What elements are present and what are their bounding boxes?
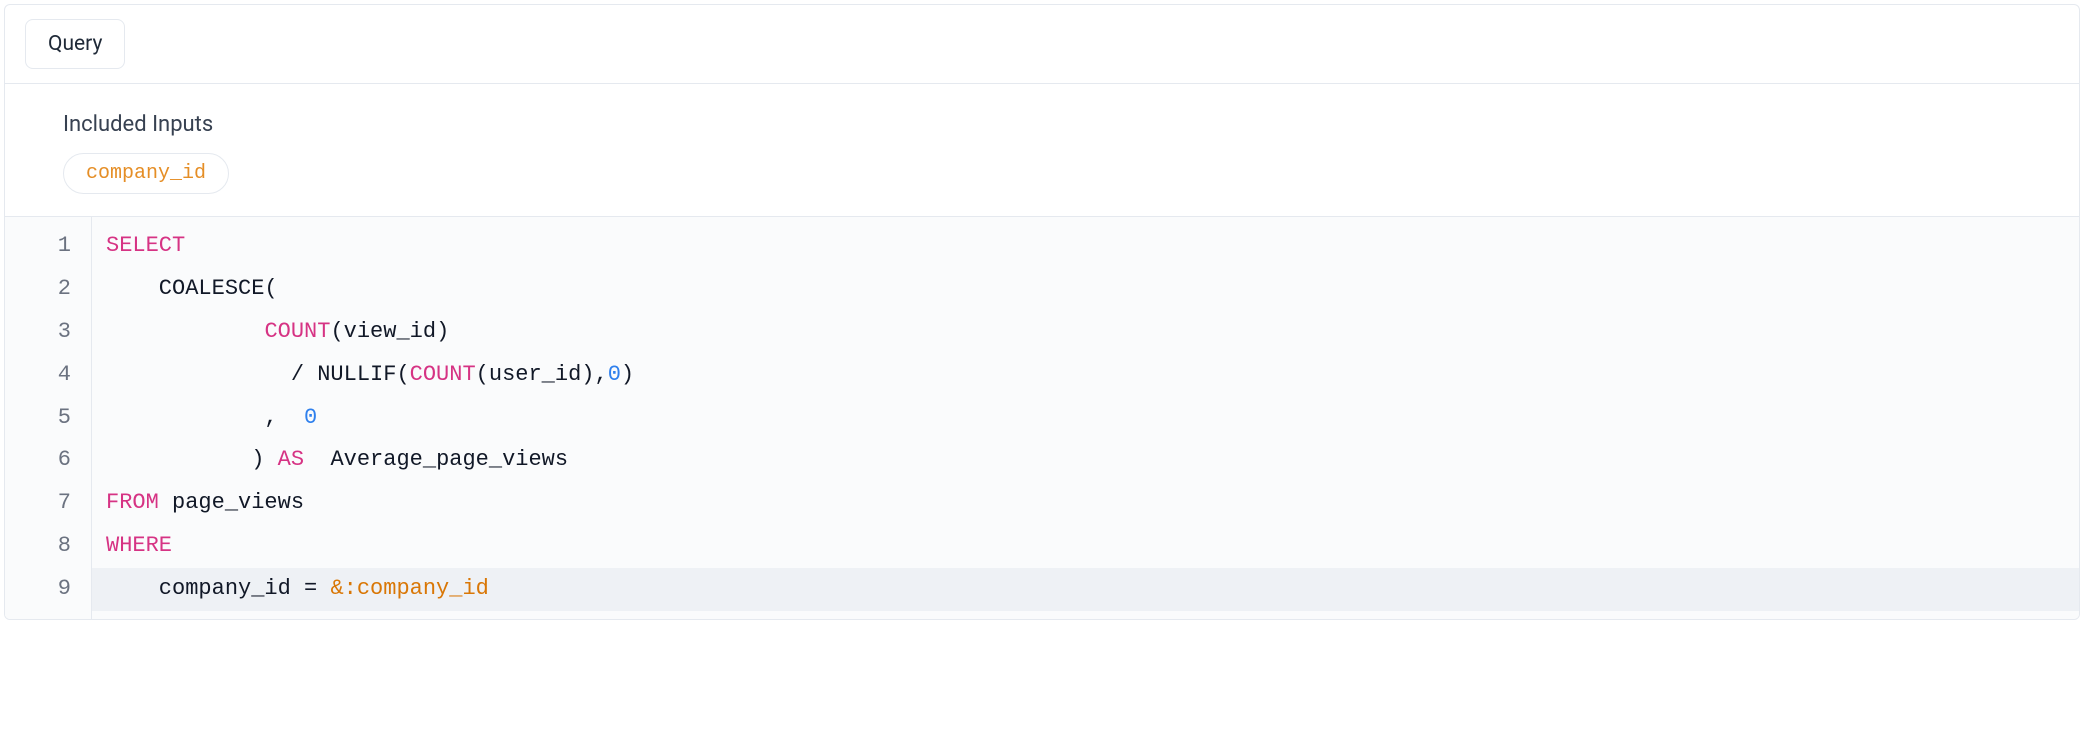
code-token	[106, 319, 264, 344]
line-number: 6	[5, 439, 71, 482]
tab-bar: Query	[5, 5, 2079, 84]
code-token: )	[106, 447, 278, 472]
code-token: company_id =	[106, 576, 330, 601]
code-token: 0	[304, 405, 317, 430]
editor-gutter: 123456789	[5, 217, 92, 619]
included-inputs-title: Included Inputs	[63, 112, 2043, 137]
line-number: 3	[5, 311, 71, 354]
line-number: 2	[5, 268, 71, 311]
line-number: 1	[5, 225, 71, 268]
code-token: SELECT	[106, 233, 185, 258]
code-token: ,	[106, 405, 304, 430]
code-token: 0	[608, 362, 621, 387]
code-token: FROM	[106, 490, 159, 515]
code-token: (view_id)	[330, 319, 449, 344]
code-token: WHERE	[106, 533, 172, 558]
code-token: )	[621, 362, 634, 387]
line-number: 5	[5, 397, 71, 440]
line-number: 9	[5, 568, 71, 611]
code-line[interactable]: ) AS Average_page_views	[92, 439, 2079, 482]
editor-code[interactable]: SELECT COALESCE( COUNT(view_id) / NULLIF…	[92, 217, 2079, 619]
code-token: COUNT	[264, 319, 330, 344]
code-line[interactable]: SELECT	[92, 225, 2079, 268]
code-line[interactable]: , 0	[92, 397, 2079, 440]
code-line[interactable]: / NULLIF(COUNT(user_id),0)	[92, 354, 2079, 397]
code-line[interactable]: FROM page_views	[92, 482, 2079, 525]
line-number: 8	[5, 525, 71, 568]
code-token: page_views	[159, 490, 304, 515]
code-token: COALESCE(	[106, 276, 278, 301]
code-line[interactable]: company_id = &:company_id	[92, 568, 2079, 611]
code-token: AS	[278, 447, 304, 472]
code-token: COUNT	[410, 362, 476, 387]
code-line[interactable]: COALESCE(	[92, 268, 2079, 311]
tab-query[interactable]: Query	[25, 19, 125, 69]
code-token: / NULLIF(	[106, 362, 410, 387]
included-inputs-section: Included Inputs company_id	[5, 84, 2079, 217]
code-line[interactable]: COUNT(view_id)	[92, 311, 2079, 354]
code-token: Average_page_views	[304, 447, 568, 472]
line-number: 7	[5, 482, 71, 525]
query-panel: Query Included Inputs company_id 1234567…	[4, 4, 2080, 620]
code-token: (user_id),	[476, 362, 608, 387]
code-editor[interactable]: 123456789 SELECT COALESCE( COUNT(view_id…	[5, 217, 2079, 619]
code-token: &:company_id	[330, 576, 488, 601]
code-line[interactable]: WHERE	[92, 525, 2079, 568]
input-chip-company-id[interactable]: company_id	[63, 153, 229, 194]
line-number: 4	[5, 354, 71, 397]
